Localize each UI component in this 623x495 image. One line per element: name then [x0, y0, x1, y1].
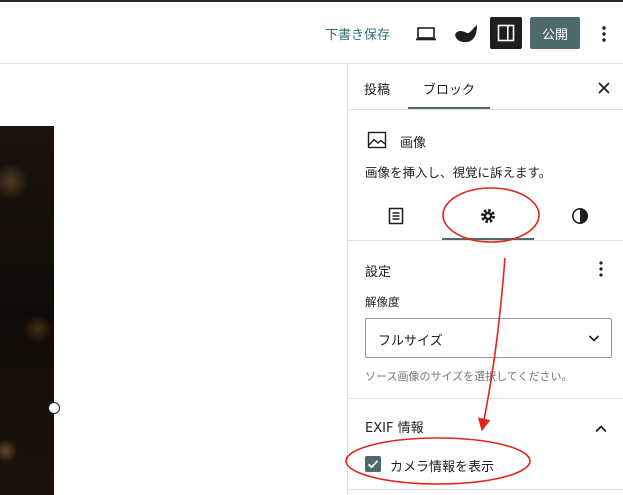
block-card: 画像 画像を挿入し、視覚に訴えます。 [348, 110, 623, 241]
resize-handle[interactable] [48, 402, 60, 414]
options-button[interactable] [596, 20, 612, 48]
exif-collapse-button[interactable] [594, 419, 608, 433]
site-icon [455, 25, 477, 43]
chevron-down-icon [588, 335, 600, 342]
sidebar-toggle-icon [497, 24, 515, 42]
active-tab-indicator [408, 107, 490, 109]
editor-toolbar: 下書き保存 公開 [0, 2, 623, 64]
settings-title: 設定 [365, 265, 392, 280]
camera-info-checkbox[interactable] [365, 456, 381, 472]
chevron-up-icon [595, 425, 607, 433]
settings-panel-toggle[interactable] [490, 17, 522, 49]
settings-sidebar: 投稿 ブロック 画像 画像を挿入し、視覚に訴えます。 設定 解像度 フルサイズ … [347, 64, 623, 495]
save-draft-button[interactable]: 下書き保存 [325, 24, 390, 43]
close-icon [598, 82, 610, 94]
styles-contrast-icon [572, 208, 588, 224]
resolution-select[interactable]: フルサイズ [365, 318, 612, 358]
image-icon [367, 131, 387, 149]
image-block-preview[interactable] [0, 126, 54, 495]
sidebar-tabs: 投稿 ブロック [348, 64, 623, 110]
exif-panel: EXIF 情報 カメラ情報を表示 [348, 399, 623, 495]
resolution-value: フルサイズ [378, 334, 443, 349]
settings-gear-icon [481, 209, 495, 223]
laptop-icon [416, 27, 436, 41]
tab-styles[interactable] [534, 192, 623, 240]
tab-settings[interactable] [442, 192, 534, 240]
tab-block[interactable]: ブロック [423, 79, 475, 98]
tab-list-view[interactable] [350, 192, 442, 240]
resolution-label: 解像度 [365, 295, 400, 309]
exif-title[interactable]: EXIF 情報 [365, 417, 424, 436]
list-view-icon [388, 207, 404, 225]
check-icon [367, 460, 379, 469]
settings-options-button[interactable] [595, 260, 607, 278]
more-vertical-icon [602, 26, 606, 42]
resolution-help: ソース画像のサイズを選択してください。 [365, 370, 573, 383]
site-button[interactable] [451, 19, 481, 49]
active-subtab-indicator [442, 238, 534, 240]
more-vertical-icon [599, 261, 603, 277]
tab-post[interactable]: 投稿 [364, 79, 390, 98]
block-description: 画像を挿入し、視覚に訴えます。 [365, 165, 552, 180]
block-title: 画像 [400, 136, 427, 151]
publish-button[interactable]: 公開 [530, 17, 580, 49]
settings-panel: 設定 解像度 フルサイズ ソース画像のサイズを選択してください。 [348, 241, 623, 399]
preview-button[interactable] [412, 20, 440, 48]
close-sidebar-button[interactable] [596, 80, 612, 96]
camera-info-label[interactable]: カメラ情報を表示 [390, 456, 494, 475]
panel-divider [348, 489, 623, 490]
